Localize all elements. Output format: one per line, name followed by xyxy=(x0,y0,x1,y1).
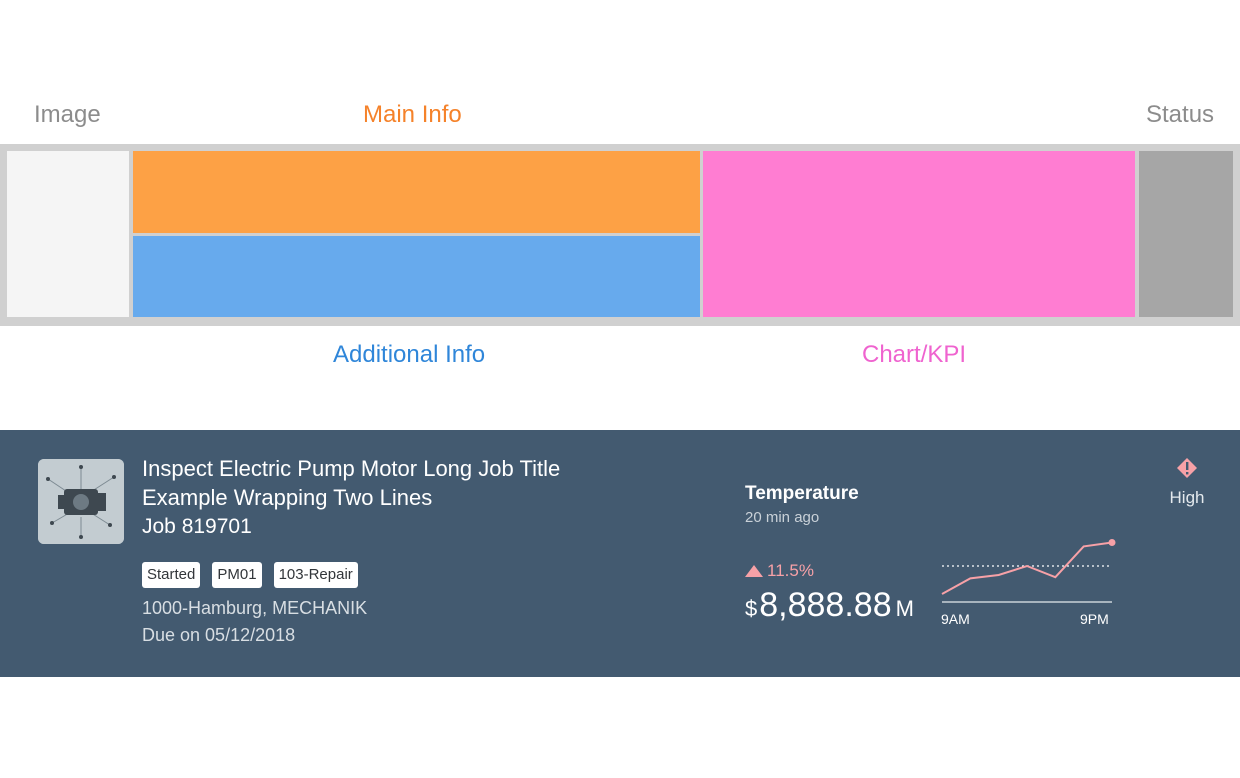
main-info-zone-label: Main Info xyxy=(363,101,462,128)
kpi-value: $ 8,888.88 M xyxy=(745,586,914,625)
category-tag: 103-Repair xyxy=(273,562,358,588)
status-zone-block xyxy=(1139,151,1233,317)
additional-info-zone-label: Additional Info xyxy=(333,341,486,368)
card-title: Inspect Electric Pump Motor Long Job Tit… xyxy=(142,456,561,510)
status-tag: Started xyxy=(142,562,201,588)
tag-list: Started PM01 103-Repair xyxy=(142,562,358,588)
kpi-trend-value: 11.5% xyxy=(767,561,814,580)
type-tag: PM01 xyxy=(212,562,262,588)
image-zone-label: Image xyxy=(34,101,101,128)
status-zone-label: Status xyxy=(1146,101,1215,128)
kpi-timestamp: 20 min ago xyxy=(745,509,820,526)
kpi-currency: $ xyxy=(745,596,758,621)
series-line xyxy=(941,541,1113,595)
kpi-title: Temperature xyxy=(745,483,859,504)
kpi-trend: 11.5% xyxy=(745,561,814,581)
chart-kpi-zone-label: Chart/KPI xyxy=(862,341,967,368)
card-subtitle: Job 819701 xyxy=(142,515,252,538)
location-text: 1000-Hamburg, MECHANIK xyxy=(142,598,368,618)
main-info-zone-block xyxy=(133,151,700,233)
object-card[interactable]: Inspect Electric Pump Motor Long Job Tit… xyxy=(0,430,1240,677)
trend-up-icon xyxy=(745,565,763,577)
layout-diagram xyxy=(0,144,1240,326)
x-axis-start-label: 9AM xyxy=(941,611,970,627)
additional-info-zone-block xyxy=(133,236,700,317)
image-zone-block xyxy=(7,151,129,317)
chart-kpi-zone-block xyxy=(703,151,1135,317)
kpi-number: 8,888.88 xyxy=(759,586,892,624)
warning-diamond-icon xyxy=(1177,458,1197,478)
kpi-scale: M xyxy=(895,596,914,621)
status-indicator: High xyxy=(1156,457,1218,508)
status-label: High xyxy=(1169,488,1205,507)
last-point xyxy=(1108,538,1116,546)
due-date-text: Due on 05/12/2018 xyxy=(142,625,296,645)
x-axis-end-label: 9PM xyxy=(1080,611,1109,627)
pump-motor-image xyxy=(38,459,124,544)
